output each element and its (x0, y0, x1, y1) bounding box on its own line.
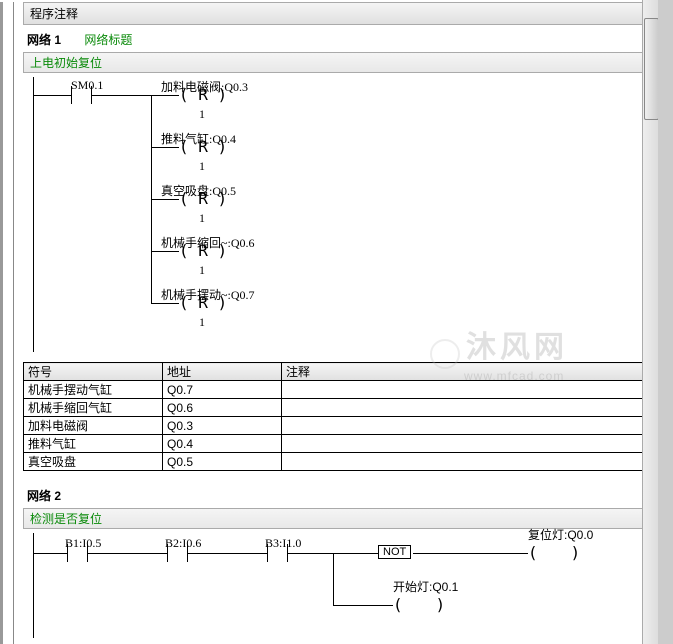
left-margin-line (13, 2, 14, 644)
ladder-editor-content: 程序注释 网络 1 网络标题 上电初始复位 SM0.1 (0, 2, 658, 644)
header-symbol: 符号 (24, 363, 163, 381)
coil-reset-light[interactable]: 复位灯:Q0.0 ( ) (528, 543, 581, 562)
editor-viewport: 程序注释 网络 1 网络标题 上电初始复位 SM0.1 (0, 0, 673, 644)
network1-comment-bar[interactable]: 上电初始复位 (23, 52, 658, 73)
table-row[interactable]: 推料气缸Q0.4 (24, 435, 652, 453)
symbol-table-header-row: 符号 地址 注释 (24, 363, 652, 381)
network2-header[interactable]: 网络 2 (23, 485, 658, 506)
network1-comment: 上电初始复位 (30, 56, 102, 70)
scrollbar-thumb[interactable] (644, 18, 659, 120)
network1-title: 网络标题 (84, 33, 132, 47)
table-row[interactable]: 加料电磁阀Q0.3 (24, 417, 652, 435)
section-program-comment[interactable]: 程序注释 (23, 2, 658, 25)
network2-id: 网络 2 (27, 489, 61, 503)
table-row[interactable]: 机械手摆动气缸Q0.7 (24, 381, 652, 399)
left-power-rail (33, 77, 34, 352)
network1-id: 网络 1 (27, 33, 61, 47)
network2-ladder[interactable]: B1:I0.5B2:I0.6B3:I1.0 NOT 复位灯:Q0.0 ( ) 开… (33, 533, 658, 638)
network1-ladder[interactable]: SM0.1 加料电磁阀:Q0.3( R )1推料气缸:Q0.4( R )1真空吸… (33, 77, 658, 352)
network2-comment: 检测是否复位 (30, 512, 102, 526)
symbol-table[interactable]: 符号 地址 注释 机械手摆动气缸Q0.7机械手缩回气缸Q0.6加料电磁阀Q0.3… (23, 362, 652, 471)
branch2-vertical (333, 553, 334, 605)
branch2-lower-wire (333, 605, 393, 606)
coil-start-light[interactable]: 开始灯:Q0.1 ( ) (393, 595, 446, 614)
table-row[interactable]: 机械手缩回气缸Q0.6 (24, 399, 652, 417)
vertical-scrollbar[interactable] (642, 0, 658, 644)
left-power-rail-2 (33, 533, 34, 638)
network1-header[interactable]: 网络 1 网络标题 (23, 29, 658, 50)
header-comment: 注释 (282, 363, 652, 381)
table-row[interactable]: 真空吸盘Q0.5 (24, 453, 652, 471)
header-address: 地址 (163, 363, 282, 381)
section-title: 程序注释 (30, 7, 78, 21)
